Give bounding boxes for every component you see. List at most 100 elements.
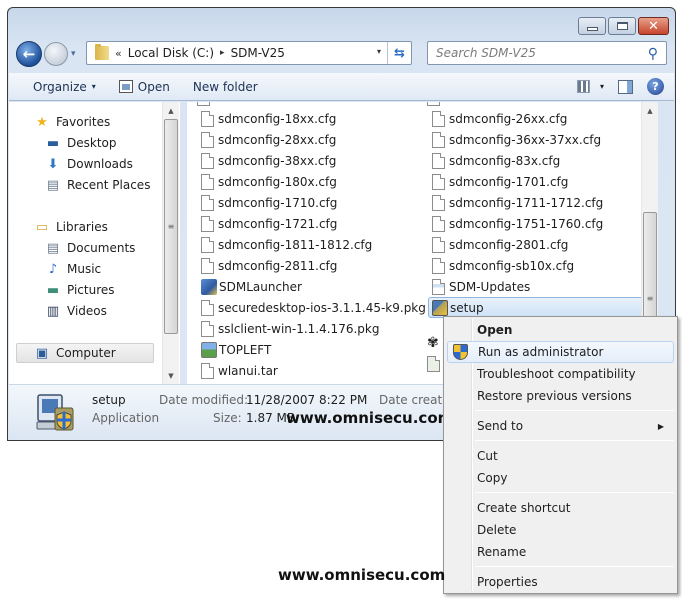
file-name: sdmconfig-38xx.cfg: [218, 153, 337, 168]
preview-pane-icon[interactable]: [618, 79, 633, 94]
menu-item-rename[interactable]: Rename: [447, 541, 674, 563]
file-name: sdmconfig-28xx.cfg: [218, 132, 337, 147]
nav-pane-scrollbar[interactable]: ▲ ≡ ▼: [162, 102, 179, 384]
nav-music[interactable]: ♪ Music: [45, 259, 101, 279]
nav-libraries[interactable]: ▭ Libraries: [34, 217, 108, 237]
file-item[interactable]: sdmconfig-1721.cfg: [201, 213, 337, 234]
nav-pictures[interactable]: ▬ Pictures: [45, 280, 115, 300]
nav-scroll-thumb[interactable]: ≡: [164, 119, 178, 334]
scroll-up-icon[interactable]: ▲: [642, 102, 658, 119]
breadcrumb-overflow[interactable]: «: [115, 47, 122, 60]
new-folder-button[interactable]: New folder: [193, 80, 258, 94]
nav-pictures-label: Pictures: [67, 283, 115, 297]
selected-file-name: setup: [92, 393, 126, 407]
scroll-down-icon[interactable]: ▼: [163, 367, 179, 384]
organize-button[interactable]: Organize ▾: [33, 80, 96, 94]
search-input[interactable]: [436, 46, 636, 60]
file-item[interactable]: sdmconfig-sb10x.cfg: [432, 255, 574, 276]
file-item[interactable]: sdmconfig-180x.cfg: [201, 171, 337, 192]
chevron-down-icon[interactable]: ▾: [600, 82, 604, 91]
file-item-partial[interactable]: [427, 353, 444, 374]
file-item[interactable]: SDM-Updates: [432, 276, 530, 297]
menu-item-copy[interactable]: Copy: [447, 467, 674, 489]
address-dropdown-icon[interactable]: ▾: [377, 47, 381, 56]
file-item[interactable]: sdmconfig-2801.cfg: [432, 234, 568, 255]
file-item[interactable]: securedesktop-ios-3.1.1.45-k9.pkg: [201, 297, 426, 318]
menu-item-run-as-administrator[interactable]: Run as administrator: [447, 341, 674, 363]
search-box[interactable]: ⚲: [427, 41, 667, 65]
menu-item-send-to[interactable]: Send to ▶: [447, 415, 674, 437]
nav-computer[interactable]: ▣ Computer: [16, 343, 154, 363]
file-item[interactable]: sdmconfig-1701.cfg: [432, 171, 568, 192]
minimize-icon: [586, 26, 598, 31]
menu-item-create-shortcut[interactable]: Create shortcut: [447, 497, 674, 519]
file-item[interactable]: sdmconfig-36xx-37xx.cfg: [432, 129, 601, 150]
menu-item-troubleshoot-compatibility[interactable]: Troubleshoot compatibility: [447, 363, 674, 385]
file-icon: [201, 173, 214, 190]
nav-documents[interactable]: ▤ Documents: [45, 238, 136, 258]
breadcrumb-sdm-v25[interactable]: SDM-V25: [231, 46, 285, 60]
back-button[interactable]: ←: [16, 41, 42, 67]
file-item[interactable]: sdmconfig-1710.cfg: [201, 192, 337, 213]
file-item[interactable]: sdmconfig-83x.cfg: [432, 150, 560, 171]
nav-downloads-label: Downloads: [67, 157, 133, 171]
menu-item-label: Copy: [477, 471, 508, 485]
breadcrumb-local-disk[interactable]: Local Disk (C:): [128, 46, 214, 60]
nav-recent-places[interactable]: ▤ Recent Places: [45, 175, 151, 195]
close-button[interactable]: ✕: [638, 17, 669, 35]
change-view-button[interactable]: ▾: [576, 80, 604, 93]
file-item[interactable]: sdmconfig-1811-1812.cfg: [201, 234, 372, 255]
context-menu: Open Run as administrator Troubleshoot com…: [443, 316, 678, 594]
file-icon: [432, 236, 445, 253]
maximize-button[interactable]: [608, 17, 636, 35]
minimize-button[interactable]: [578, 17, 606, 35]
file-name: sdmconfig-18xx.cfg: [218, 111, 337, 126]
menu-item-label: Restore previous versions: [477, 389, 632, 403]
menu-item-cut[interactable]: Cut: [447, 445, 674, 467]
nav-downloads[interactable]: ⬇ Downloads: [45, 154, 133, 174]
file-icon: [201, 299, 214, 316]
file-icon: [432, 215, 445, 232]
menu-item-delete[interactable]: Delete: [447, 519, 674, 541]
maximize-icon: [616, 22, 628, 30]
address-bar[interactable]: « Local Disk (C:) ▸ SDM-V25 ▾ ⇆: [86, 41, 412, 65]
file-item[interactable]: sdmconfig-28xx.cfg: [201, 129, 336, 150]
menu-item-properties[interactable]: Properties: [447, 571, 674, 593]
file-icon: [201, 362, 214, 379]
nav-videos[interactable]: ▥ Videos: [45, 301, 107, 321]
watermark: www.omnisecu.com: [286, 409, 454, 427]
scroll-up-icon[interactable]: ▲: [163, 102, 179, 119]
image-file-icon: [201, 341, 217, 358]
file-item[interactable]: wlanui.tar: [201, 360, 278, 381]
caption-buttons: ✕: [578, 17, 669, 35]
file-item[interactable]: sslclient-win-1.1.4.176.pkg: [201, 318, 379, 339]
grip-icon: ≡: [646, 293, 654, 303]
setup-app-icon: [432, 299, 448, 316]
refresh-button[interactable]: ⇆: [387, 42, 411, 64]
file-icon: [201, 194, 214, 211]
nav-favorites[interactable]: ★ Favorites: [34, 112, 110, 132]
file-item-partial[interactable]: ✾: [427, 332, 439, 353]
search-icon[interactable]: ⚲: [648, 46, 658, 62]
menu-item-open[interactable]: Open: [447, 319, 674, 341]
breadcrumb-separator[interactable]: ▸: [220, 48, 225, 58]
file-item[interactable]: sdmconfig-2811.cfg: [201, 255, 337, 276]
nav-computer-label: Computer: [56, 346, 116, 360]
navigation-pane: ★ Favorites ▬ Desktop ⬇ Downloads ▤ Rece…: [9, 102, 180, 384]
file-item[interactable]: TOPLEFT: [201, 339, 271, 360]
help-icon[interactable]: ?: [647, 78, 664, 95]
file-item[interactable]: sdmconfig-1711-1712.cfg: [432, 192, 603, 213]
file-item[interactable]: sdmconfig-38xx.cfg: [201, 150, 336, 171]
file-item[interactable]: SDMLauncher: [201, 276, 302, 297]
open-button[interactable]: Open: [118, 80, 170, 94]
app-icon: ✾: [427, 334, 439, 351]
file-item[interactable]: sdmconfig-1751-1760.cfg: [432, 213, 603, 234]
recent-pages-dropdown[interactable]: ▾: [71, 49, 76, 59]
forward-button[interactable]: [44, 42, 68, 66]
file-item[interactable]: sdmconfig-18xx.cfg: [201, 108, 336, 129]
file-item[interactable]: setup: [428, 297, 658, 318]
menu-separator: [475, 566, 674, 567]
menu-item-restore-previous-versions[interactable]: Restore previous versions: [447, 385, 674, 407]
nav-desktop[interactable]: ▬ Desktop: [45, 133, 117, 153]
file-item[interactable]: sdmconfig-26xx.cfg: [432, 108, 567, 129]
